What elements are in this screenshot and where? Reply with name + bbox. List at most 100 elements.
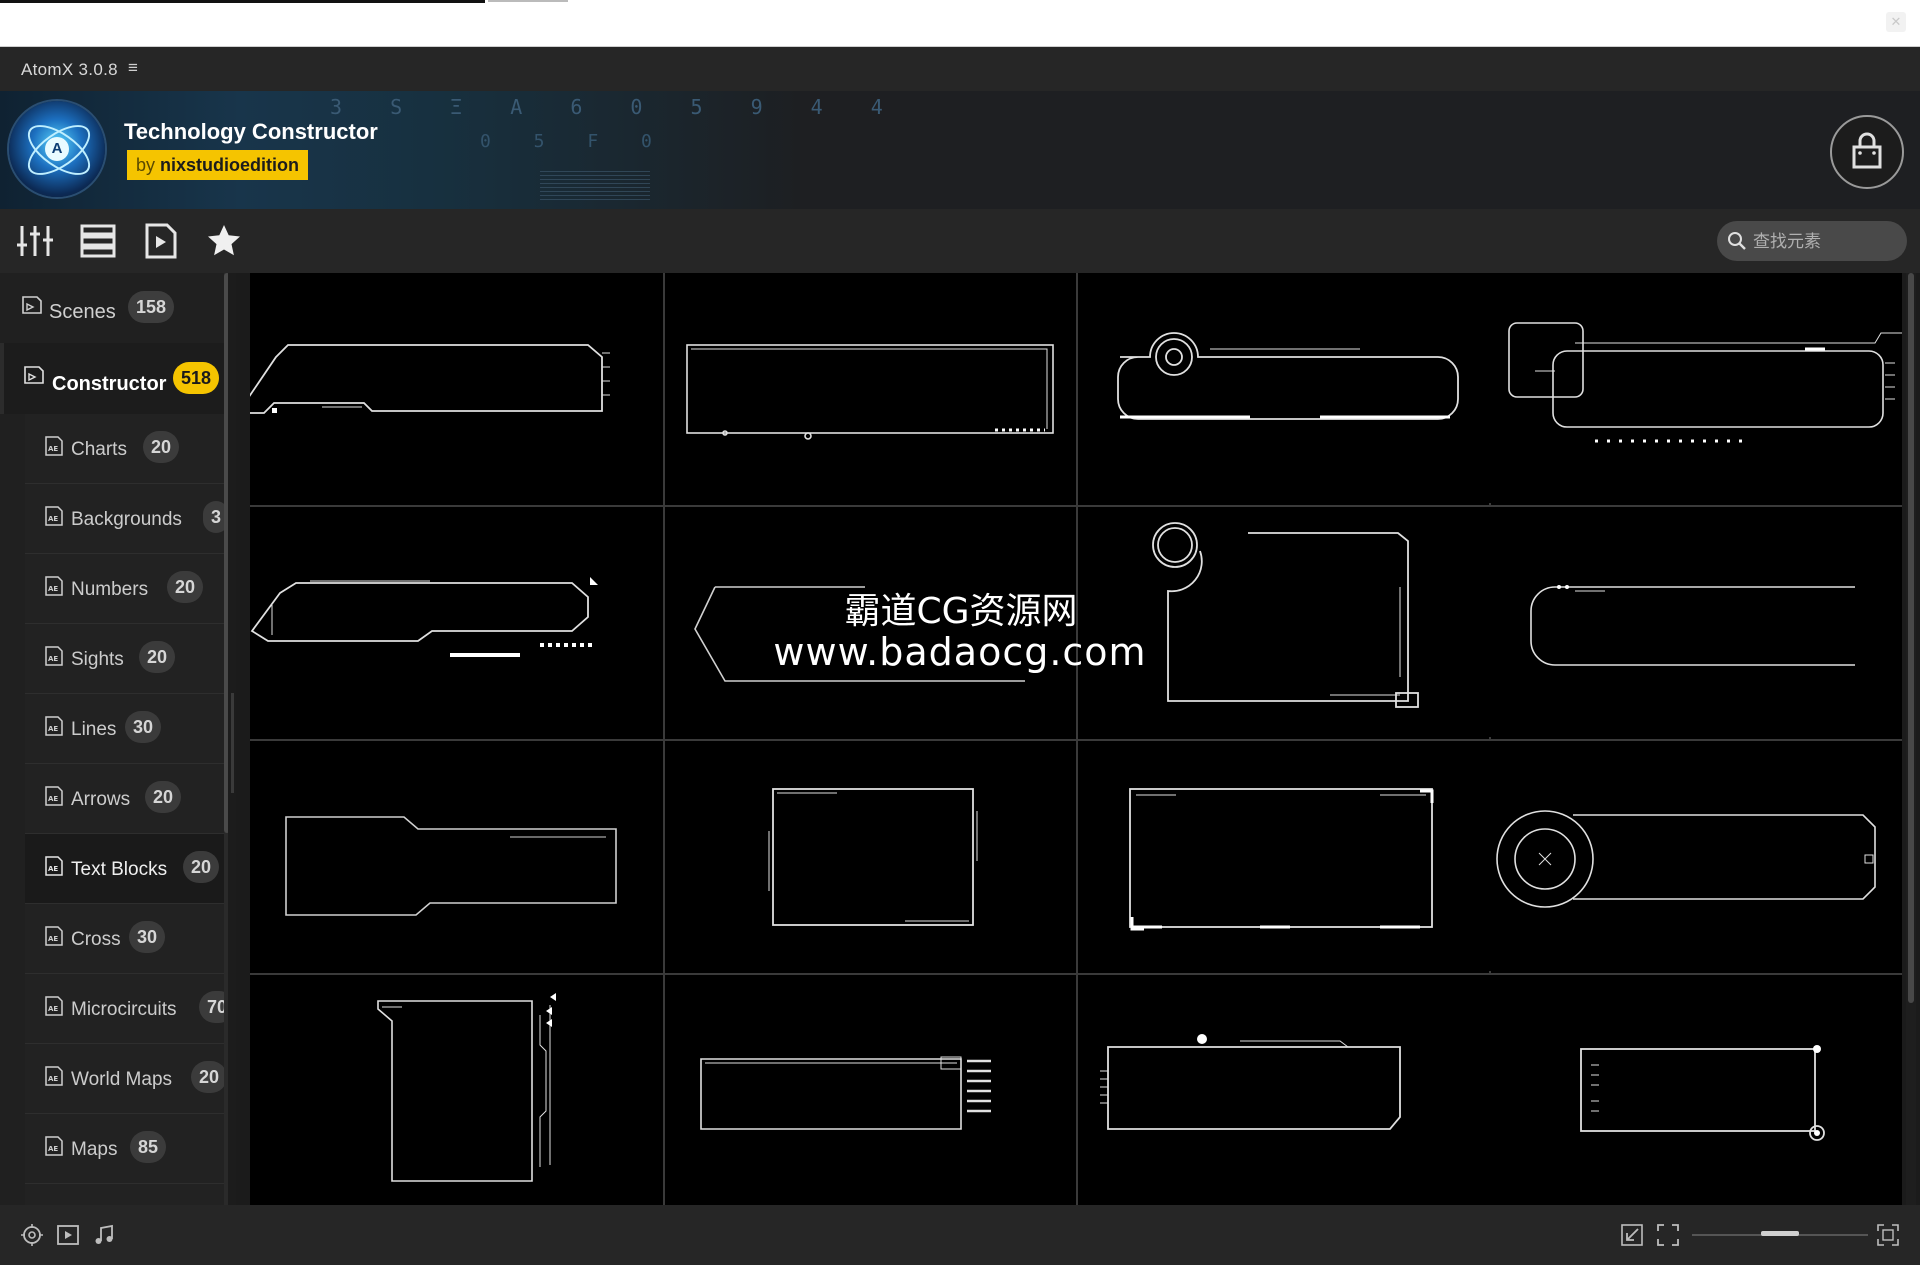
hud-frame-preview	[1508, 322, 1902, 443]
banner-decor-digits-2: 0 5 F 0	[480, 131, 668, 152]
pack-logo: A	[9, 101, 105, 197]
hud-frame-preview	[1580, 1045, 1825, 1141]
sidebar-item-constructor[interactable]: Constructor 518	[0, 343, 228, 414]
sidebar-item-label: Charts	[71, 439, 127, 460]
logo-letter: A	[45, 137, 69, 161]
count-badge: 85	[130, 1131, 167, 1163]
sidebar-item-label: Scenes	[49, 301, 116, 323]
compass-icon[interactable]	[20, 1223, 44, 1247]
ae-file-icon: AE	[45, 856, 63, 876]
sidebar: Scenes 158 Constructor 518 AE Charts 20 …	[0, 273, 228, 1205]
fullscreen-icon[interactable]	[1656, 1223, 1680, 1247]
sidebar-item-microcircuits[interactable]: AE Microcircuits 70	[25, 974, 228, 1044]
shop-bag-button[interactable]	[1830, 115, 1904, 189]
count-badge: 30	[129, 921, 166, 953]
watermark-title: 霸道CG资源网	[844, 591, 1078, 632]
count-badge: 20	[191, 1061, 228, 1093]
sidebar-item-label: Microcircuits	[71, 999, 177, 1020]
sidebar-item-backgrounds[interactable]: AE Backgrounds 3	[25, 484, 228, 554]
toolbar	[0, 209, 1920, 273]
hud-frame-preview	[686, 344, 1054, 440]
grid-item[interactable]	[665, 975, 1076, 1205]
author-badge[interactable]: by nixstudioedition	[127, 150, 309, 180]
ae-file-icon: AE	[45, 1136, 63, 1156]
menu-icon[interactable]: ≡	[128, 58, 138, 78]
load-progress-secondary	[488, 0, 568, 2]
banner-decor-digits: 3 S Ξ A 6 0 5 9 4 4	[330, 95, 901, 119]
sidebar-item-label: Text Blocks	[71, 859, 168, 880]
list-view-icon[interactable]	[80, 223, 116, 259]
svg-text:AE: AE	[48, 1075, 58, 1083]
grid-item[interactable]	[1495, 975, 1902, 1205]
grid-item[interactable]	[665, 273, 1076, 503]
ae-file-icon: AE	[45, 506, 63, 526]
grid-item[interactable]	[250, 273, 661, 503]
shrink-icon[interactable]	[1620, 1223, 1644, 1247]
pack-title: Technology Constructor	[124, 119, 378, 144]
sidebar-item-charts[interactable]: AE Charts 20	[25, 414, 227, 484]
grid-item[interactable]	[250, 741, 661, 971]
hud-frame-preview	[285, 816, 617, 916]
shopping-bag-icon	[1852, 132, 1882, 169]
sidebar-item-label: Constructor	[52, 373, 167, 395]
panel-splitter[interactable]	[228, 273, 236, 1205]
search-box[interactable]	[1717, 221, 1907, 261]
scene-folder-icon	[22, 296, 42, 314]
grid-scrollbar[interactable]	[1906, 273, 1916, 1205]
svg-text:AE: AE	[48, 1005, 58, 1013]
svg-text:AE: AE	[48, 1145, 58, 1153]
zoom-slider-knob[interactable]	[1761, 1231, 1799, 1236]
hud-frame-preview	[250, 344, 610, 414]
sidebar-item-lines[interactable]: AE Lines 30	[25, 694, 227, 764]
count-badge: 158	[128, 291, 175, 323]
svg-text:AE: AE	[48, 865, 58, 873]
title-strip: ✕	[0, 0, 1920, 47]
close-icon[interactable]: ✕	[1886, 12, 1906, 32]
grid-fit-icon[interactable]	[1876, 1223, 1900, 1247]
play-square-icon[interactable]	[56, 1223, 80, 1247]
preview-play-icon[interactable]	[143, 223, 179, 259]
grid-item[interactable]	[665, 741, 1076, 971]
svg-text:AE: AE	[48, 795, 58, 803]
sidebar-item-label: World Maps	[71, 1069, 173, 1090]
svg-text:AE: AE	[48, 445, 58, 453]
sliders-icon[interactable]	[17, 223, 53, 259]
hud-frame-preview	[768, 788, 978, 926]
sidebar-item-more[interactable]	[25, 1184, 227, 1205]
svg-text:AE: AE	[48, 515, 58, 523]
count-badge: 20	[183, 851, 220, 883]
hud-frame-preview	[1496, 810, 1876, 908]
preview-grid	[250, 273, 1902, 1205]
author-prefix: by	[136, 155, 156, 175]
ae-file-icon: AE	[45, 786, 63, 806]
sidebar-item-arrows[interactable]: AE Arrows 20	[25, 764, 227, 834]
sidebar-item-cross[interactable]: AE Cross 30	[25, 904, 227, 974]
grid-item[interactable]	[250, 975, 661, 1205]
zoom-slider[interactable]	[1692, 1231, 1868, 1239]
grid-item[interactable]	[1495, 273, 1902, 503]
grid-item[interactable]	[1080, 273, 1491, 503]
watermark-url: www.badaocg.com	[773, 630, 1147, 674]
search-icon	[1728, 232, 1746, 250]
pack-banner: 3 S Ξ A 6 0 5 9 4 4 0 5 F 0 A Technology…	[0, 91, 1920, 209]
sidebar-item-text-blocks[interactable]: AE Text Blocks 20	[25, 834, 227, 904]
ae-file-icon: AE	[45, 996, 63, 1016]
grid-item[interactable]	[1495, 741, 1902, 971]
search-input[interactable]	[1751, 227, 1903, 257]
svg-text:AE: AE	[48, 935, 58, 943]
grid-item[interactable]	[1080, 975, 1491, 1205]
app-header: AtomX 3.0.8 ≡	[0, 47, 1920, 91]
app-title: AtomX 3.0.8	[21, 60, 118, 79]
music-note-icon[interactable]	[92, 1223, 116, 1247]
count-badge: 20	[143, 431, 180, 463]
ae-file-icon: AE	[45, 926, 63, 946]
count-badge: 518	[173, 362, 220, 394]
sidebar-item-label: Lines	[71, 719, 117, 740]
sidebar-item-maps[interactable]: AE Maps 85	[25, 1114, 227, 1184]
ae-file-icon: AE	[45, 436, 63, 456]
sidebar-item-world-maps[interactable]: AE World Maps 20	[25, 1044, 228, 1114]
grid-item[interactable]	[1080, 741, 1491, 971]
sidebar-item-scenes[interactable]: Scenes 158	[0, 273, 228, 343]
constructor-folder-icon	[24, 366, 44, 384]
star-icon[interactable]	[206, 223, 242, 259]
